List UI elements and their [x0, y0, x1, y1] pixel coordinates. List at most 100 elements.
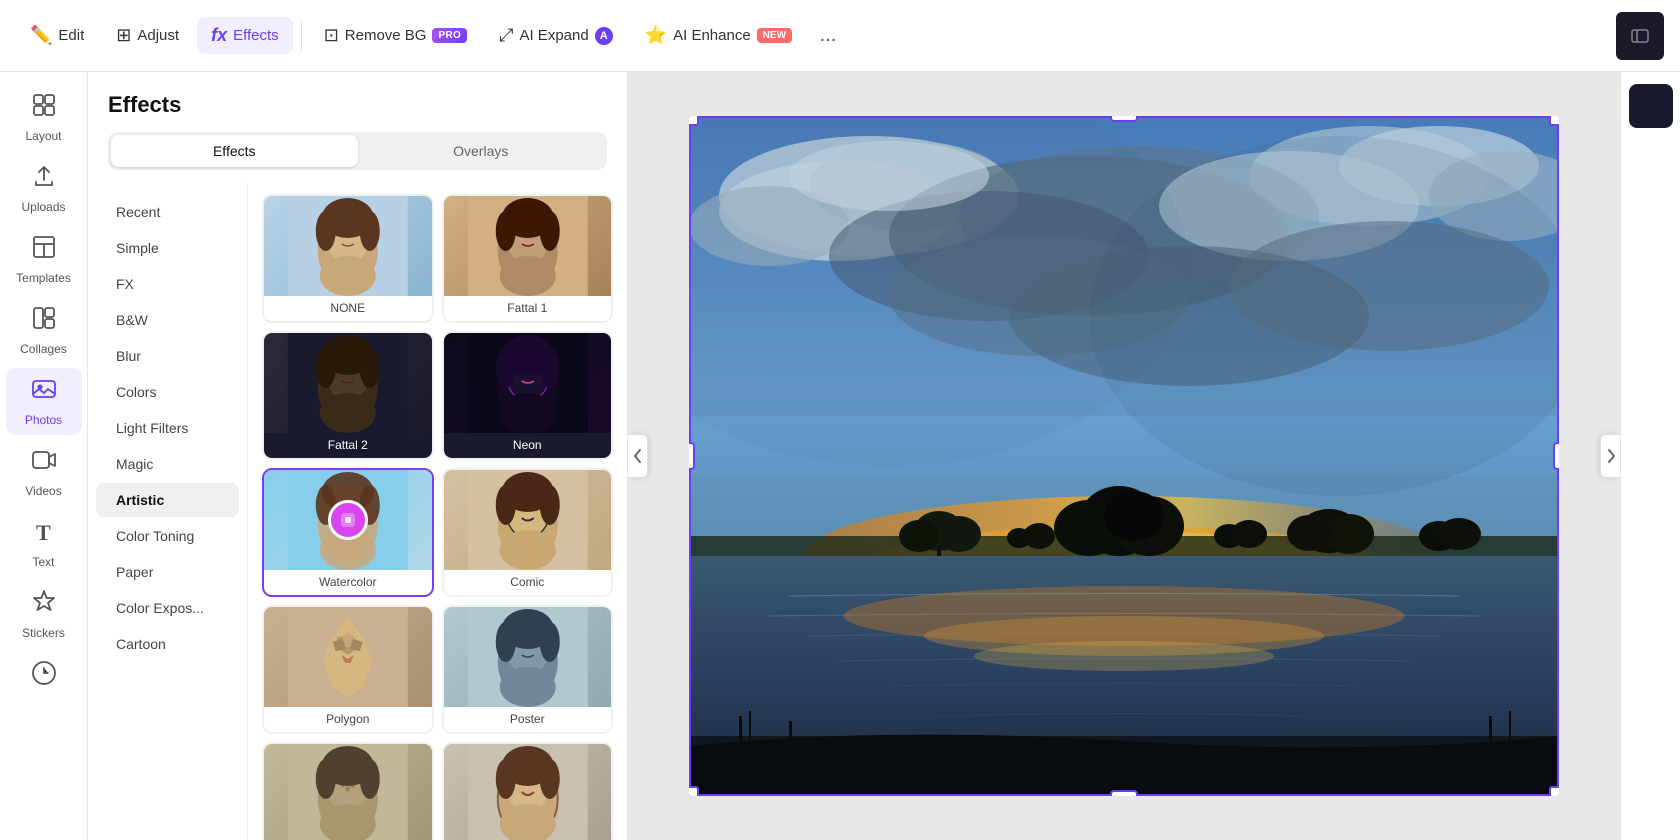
effect-fattal2-label: Fattal 2 — [264, 433, 432, 458]
landscape-svg — [689, 116, 1559, 796]
uploads-icon — [31, 163, 57, 196]
remove-bg-icon: ⊡ — [324, 25, 339, 46]
canvas-image[interactable]: ↻ — [689, 116, 1559, 796]
effects-panel-header: Effects Effects Overlays — [88, 72, 627, 182]
effect-comic-label: Comic — [444, 570, 612, 595]
effect-none[interactable]: NONE — [262, 194, 434, 323]
sidebar-item-layout[interactable]: Layout — [6, 84, 82, 151]
sidebar-icons: Layout Uploads Templates Collages Photos — [0, 72, 88, 840]
sidebar-item-collages[interactable]: Collages — [6, 297, 82, 364]
category-color-toning[interactable]: Color Toning — [96, 519, 239, 553]
effect-watercolor[interactable]: Watercolor — [262, 468, 434, 597]
effect-polygon-label: Polygon — [264, 707, 432, 732]
category-bw[interactable]: B&W — [96, 303, 239, 337]
effect-fattal1-label: Fattal 1 — [444, 296, 612, 321]
polygon-face-svg — [264, 607, 432, 707]
ai-enhance-button[interactable]: ⭐ AI Enhance NEW — [631, 17, 806, 54]
panel-icon — [1630, 26, 1650, 46]
templates-icon — [31, 234, 57, 267]
effect-neon-label: Neon — [444, 433, 612, 458]
remove-bg-button[interactable]: ⊡ Remove BG PRO — [310, 17, 481, 54]
new-badge: NEW — [757, 28, 792, 43]
poster-face-svg — [444, 607, 612, 707]
effects-panel-title: Effects — [108, 92, 607, 118]
effects-grid-inner: NONE — [262, 194, 613, 840]
effects-tabs: Effects Overlays — [108, 132, 607, 170]
ai-enhance-icon: ⭐ — [645, 25, 667, 46]
effect-cartoonizer[interactable]: Cartoonizer — [442, 742, 614, 840]
effect-watercolor-label: Watercolor — [264, 570, 432, 595]
cartoonizer-face-svg — [444, 744, 612, 840]
category-light-filters[interactable]: Light Filters — [96, 411, 239, 445]
sidebar-item-templates[interactable]: Templates — [6, 226, 82, 293]
more-button[interactable]: ... — [810, 18, 846, 54]
category-recent[interactable]: Recent — [96, 195, 239, 229]
main-layout: Layout Uploads Templates Collages Photos — [0, 72, 1680, 840]
collapse-panel-button[interactable] — [628, 434, 648, 478]
effect-neon[interactable]: Neon — [442, 331, 614, 460]
category-color-expos[interactable]: Color Expos... — [96, 591, 239, 625]
effect-polygon[interactable]: Polygon — [262, 605, 434, 734]
toolbar-divider — [301, 21, 302, 51]
effect-comic[interactable]: Comic — [442, 468, 614, 597]
stickers-icon — [31, 589, 57, 622]
tab-effects[interactable]: Effects — [111, 135, 358, 167]
ai-badge: A — [595, 27, 613, 45]
sidebar-item-videos[interactable]: Videos — [6, 439, 82, 506]
sidebar-item-uploads[interactable]: Uploads — [6, 155, 82, 222]
sidebar-item-text[interactable]: T Text — [6, 510, 82, 577]
category-paper[interactable]: Paper — [96, 555, 239, 589]
pro-badge: PRO — [432, 28, 467, 43]
effects-panel: Effects Effects Overlays Recent Simple F… — [88, 72, 628, 840]
fattal2-face-svg — [264, 333, 432, 433]
effect-fattal1[interactable]: Fattal 1 — [442, 194, 614, 323]
ai-expand-icon: ⤢ — [499, 25, 513, 46]
adjust-icon: ⊞ — [116, 25, 131, 46]
effects-grid: NONE — [248, 182, 627, 840]
ai-expand-button[interactable]: ⤢ AI Expand A — [485, 17, 627, 54]
neon-face-svg — [444, 333, 612, 433]
fattal1-face-svg — [444, 196, 612, 296]
edit-button[interactable]: ✏️ Edit — [16, 17, 98, 54]
adjust-button[interactable]: ⊞ Adjust — [102, 17, 193, 54]
collapse-icon — [632, 448, 644, 464]
right-panel — [1620, 72, 1680, 840]
category-cartoon[interactable]: Cartoon — [96, 627, 239, 661]
text-icon: T — [31, 518, 57, 551]
effect-fattal2[interactable]: Fattal 2 — [262, 331, 434, 460]
right-panel-toggle[interactable] — [1616, 12, 1664, 60]
videos-icon — [31, 447, 57, 480]
canvas-area: ↻ — [628, 72, 1620, 840]
expand-icon — [1605, 448, 1617, 464]
collages-icon — [31, 305, 57, 338]
photos-icon — [31, 376, 57, 409]
right-panel-icon[interactable] — [1629, 84, 1673, 128]
toolbar: ✏️ Edit ⊞ Adjust fx Effects ⊡ Remove BG … — [0, 0, 1680, 72]
category-magic[interactable]: Magic — [96, 447, 239, 481]
layout-icon — [31, 92, 57, 125]
category-simple[interactable]: Simple — [96, 231, 239, 265]
canvas-frame: ↻ — [689, 116, 1559, 796]
effects-button[interactable]: fx Effects — [197, 17, 293, 54]
expand-panel-button[interactable] — [1600, 434, 1620, 478]
svg-text:T: T — [36, 520, 51, 544]
effect-none-label: NONE — [264, 296, 432, 321]
effect-halftone-dots[interactable]: Halftone Dots — [262, 742, 434, 840]
sidebar-item-stickers[interactable]: Stickers — [6, 581, 82, 648]
category-colors[interactable]: Colors — [96, 375, 239, 409]
category-artistic[interactable]: Artistic — [96, 483, 239, 517]
halftone-face-svg — [264, 744, 432, 840]
sidebar-item-more[interactable] — [6, 652, 82, 701]
sidebar-item-photos[interactable]: Photos — [6, 368, 82, 435]
category-fx[interactable]: FX — [96, 267, 239, 301]
none-face-svg — [264, 196, 432, 296]
edit-icon: ✏️ — [30, 25, 52, 46]
comic-face-svg — [444, 470, 612, 570]
effects-body: Recent Simple FX B&W Blur Colors Light F… — [88, 182, 627, 840]
category-blur[interactable]: Blur — [96, 339, 239, 373]
effect-poster-label: Poster — [444, 707, 612, 732]
watercolor-active-icon — [328, 500, 368, 540]
tab-overlays[interactable]: Overlays — [358, 135, 605, 167]
effect-poster[interactable]: Poster — [442, 605, 614, 734]
effects-icon: fx — [211, 25, 227, 46]
